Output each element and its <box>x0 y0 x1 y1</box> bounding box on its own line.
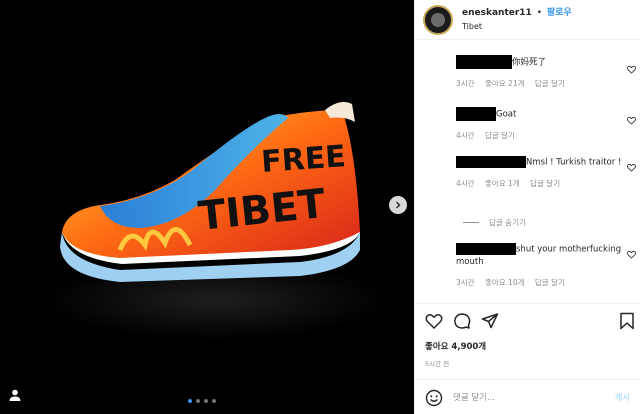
chevron-right-icon <box>395 201 401 209</box>
redacted-username <box>456 107 496 121</box>
post-location[interactable]: Tibet <box>462 20 572 34</box>
carousel-dot <box>204 399 208 403</box>
bookmark-icon[interactable] <box>619 312 635 330</box>
replies-line <box>463 222 479 223</box>
comment-like-icon[interactable] <box>627 163 636 172</box>
comment-like-icon[interactable] <box>627 116 636 125</box>
sneaker-image: FREE TIBET <box>45 102 385 340</box>
reply-button[interactable]: 답글 달기 <box>535 278 565 287</box>
comment-like-icon[interactable] <box>627 65 636 74</box>
post-comment-button[interactable]: 게시 <box>615 392 630 403</box>
comment-bubble-icon[interactable] <box>453 312 471 330</box>
post-time[interactable]: 5시간 전 <box>425 358 449 368</box>
header-separator: • <box>536 7 542 18</box>
comment-likes[interactable]: 좋아요 10개 <box>485 278 525 287</box>
carousel-indicator <box>188 399 216 403</box>
post-side-panel: eneskanter11 • 팔로우 Tibet 你妈死了 3시간 좋아요 21… <box>414 0 640 414</box>
reply-button[interactable]: 답글 달기 <box>535 79 565 88</box>
post-username[interactable]: eneskanter11 <box>462 8 532 18</box>
post-media: FREE TIBET <box>0 0 414 414</box>
reply-button[interactable]: 답글 달기 <box>530 179 560 188</box>
follow-button[interactable]: 팔로우 <box>547 8 572 18</box>
comment-time[interactable]: 3시간 <box>456 79 475 88</box>
comment-time[interactable]: 4시간 <box>456 179 475 188</box>
comment-text: 你妈死了 <box>512 57 547 68</box>
comment-item: shut your motherfucking mouth 3시간 좋아요 10… <box>456 243 626 288</box>
post-actions: 좋아요 4,900개 5시간 전 게시 <box>415 303 640 414</box>
comment-box: 게시 <box>415 379 640 414</box>
comment-like-icon[interactable] <box>627 250 636 259</box>
carousel-dot <box>196 399 200 403</box>
comment-time[interactable]: 3시간 <box>456 278 475 287</box>
comment-input[interactable] <box>453 392 603 403</box>
post-header: eneskanter11 • 팔로우 Tibet <box>415 0 640 40</box>
carousel-dot <box>212 399 216 403</box>
share-send-icon[interactable] <box>481 312 499 330</box>
comment-text: Goat <box>496 109 517 120</box>
carousel-dot <box>188 399 192 403</box>
user-tag-icon[interactable] <box>8 388 22 402</box>
comment-text: Nmsl ! Turkish traitor ! <box>526 157 622 168</box>
comment-item: 你妈死了 3시간 좋아요 21개 답글 달기 <box>456 55 626 89</box>
comments-list: 你妈死了 3시간 좋아요 21개 답글 달기 Goat 4시간 답글 달기 Nm… <box>415 41 640 303</box>
redacted-username <box>456 55 512 69</box>
comment-item: Nmsl ! Turkish traitor ! 4시간 좋아요 1개 답글 달… <box>456 156 626 189</box>
comment-likes[interactable]: 좋아요 1개 <box>485 179 520 188</box>
redacted-username <box>456 243 516 255</box>
reply-button[interactable]: 답글 달기 <box>485 131 515 140</box>
comment-item: Goat 4시간 답글 달기 <box>456 107 626 141</box>
avatar[interactable] <box>423 4 453 35</box>
like-heart-icon[interactable] <box>425 312 443 330</box>
carousel-next-button[interactable] <box>389 196 407 214</box>
shoe-text-free: FREE <box>260 139 347 180</box>
comment-likes[interactable]: 좋아요 21개 <box>485 79 525 88</box>
hide-replies-button[interactable]: 답글 숨기기 <box>463 217 526 228</box>
emoji-icon[interactable] <box>425 389 443 407</box>
comment-time[interactable]: 4시간 <box>456 131 475 140</box>
hide-replies-label: 답글 숨기기 <box>489 218 526 227</box>
likes-count[interactable]: 좋아요 4,900개 <box>425 340 486 352</box>
redacted-username <box>456 156 526 168</box>
